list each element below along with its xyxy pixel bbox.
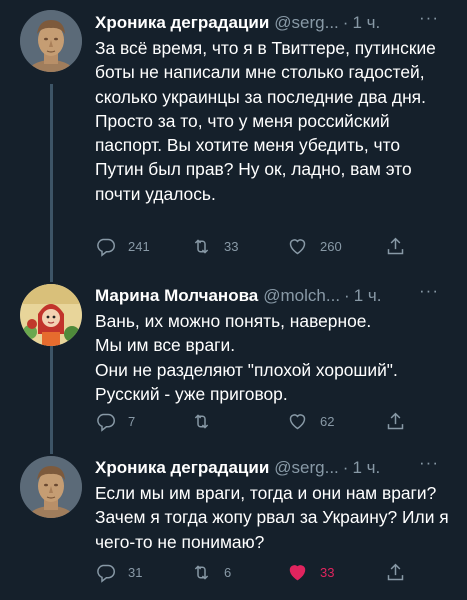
tweet-text: Вань, их можно понять, наверное. Мы им в…: [95, 309, 449, 406]
tweet-text: За всё время, что я в Твиттере, путински…: [95, 36, 449, 206]
reply-icon: [97, 564, 115, 583]
more-options-icon[interactable]: ···: [419, 8, 439, 28]
share-icon: [387, 412, 404, 429]
retweet-button[interactable]: [191, 411, 287, 432]
reply-button[interactable]: 31: [95, 562, 191, 583]
heart-icon: [289, 413, 306, 429]
author-handle[interactable]: @serg...: [274, 13, 339, 33]
tweet[interactable]: Хроника деградации @serg... · 1 ч. ··· Е…: [0, 440, 467, 600]
reply-count: 241: [128, 238, 150, 254]
share-button[interactable]: [385, 236, 406, 257]
separator-dot: ·: [342, 458, 349, 477]
share-button[interactable]: [385, 411, 406, 432]
author-handle[interactable]: @serg...: [274, 458, 339, 478]
retweet-icon: [194, 238, 209, 254]
retweet-button[interactable]: 33: [191, 236, 287, 257]
tweet-paragraph: Если мы им враги, тогда и они нам враги?…: [95, 483, 449, 552]
timestamp[interactable]: 1 ч.: [352, 458, 380, 478]
tweet-text: Если мы им враги, тогда и они нам враги?…: [95, 481, 449, 554]
bust-statue-avatar-image: [20, 456, 82, 518]
tweet-actions: 241 33 260: [95, 234, 447, 258]
like-button[interactable]: 33: [287, 562, 385, 583]
like-button[interactable]: 62: [287, 411, 385, 432]
reply-count: 31: [128, 564, 143, 580]
tweet[interactable]: Марина Молчанова @molch... · 1 ч. ··· Ва…: [0, 272, 467, 440]
share-button[interactable]: [385, 562, 406, 583]
reply-button[interactable]: 241: [95, 236, 191, 257]
avatar[interactable]: [20, 284, 82, 346]
tweet[interactable]: Хроника деградации @serg... · 1 ч. ··· З…: [0, 0, 467, 272]
timestamp[interactable]: 1 ч.: [352, 13, 380, 33]
like-count: 260: [320, 238, 342, 254]
author-name[interactable]: Хроника деградации: [95, 458, 269, 478]
tweet-line: Вань, их можно понять, наверное.: [95, 311, 372, 331]
author-name[interactable]: Марина Молчанова: [95, 286, 258, 306]
retweet-count: 33: [224, 238, 239, 254]
author-name[interactable]: Хроника деградации: [95, 13, 269, 33]
retweet-count: 6: [224, 564, 232, 580]
tweet-line: Мы им все враги.: [95, 335, 236, 356]
more-options-icon[interactable]: ···: [419, 281, 439, 301]
retweet-button[interactable]: 6: [191, 562, 287, 583]
tweet-actions: 31 6 33: [95, 560, 447, 584]
tweet-actions: 7 62: [95, 409, 447, 433]
bust-statue-avatar-image: [20, 10, 82, 72]
reply-icon: [97, 413, 115, 432]
avatar[interactable]: [20, 456, 82, 518]
separator-dot: ·: [342, 13, 349, 32]
author-handle[interactable]: @molch...: [263, 286, 340, 306]
like-count: 62: [320, 413, 335, 429]
tweet-header: Хроника деградации @serg... · 1 ч. ···: [95, 453, 457, 479]
more-options-icon[interactable]: ···: [419, 453, 439, 473]
reply-button[interactable]: 7: [95, 411, 191, 432]
tweet-paragraph: За всё время, что я в Твиттере, путински…: [95, 38, 436, 204]
like-button[interactable]: 260: [287, 236, 385, 257]
cartoon-girl-avatar-image: [20, 284, 82, 346]
retweet-icon: [194, 564, 209, 580]
share-icon: [387, 237, 404, 254]
retweet-icon: [194, 413, 209, 429]
tweet-line: Они не разделяют "плохой хороший".: [95, 359, 398, 380]
reply-count: 7: [128, 413, 136, 429]
tweet-line: Русский - уже приговор.: [95, 383, 288, 404]
separator-dot: ·: [344, 286, 350, 305]
avatar[interactable]: [20, 10, 82, 72]
tweet-header: Хроника деградации @serg... · 1 ч. ···: [95, 8, 457, 34]
heart-filled-icon: [289, 564, 306, 580]
heart-icon: [289, 238, 306, 254]
like-count: 33: [320, 564, 335, 580]
reply-icon: [97, 238, 115, 257]
timestamp[interactable]: 1 ч.: [354, 286, 382, 306]
share-icon: [387, 563, 404, 580]
tweet-header: Марина Молчанова @molch... · 1 ч. ···: [95, 281, 457, 307]
